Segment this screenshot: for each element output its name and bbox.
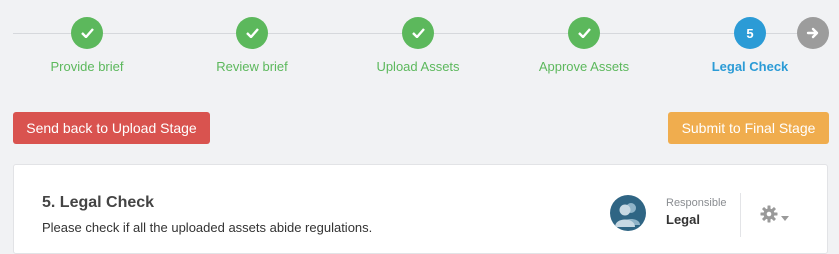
step-label: Upload Assets (376, 59, 460, 74)
stage-card: 5. Legal Check Please check if all the u… (13, 164, 828, 254)
gear-icon (760, 205, 778, 228)
step-label: Legal Check (711, 59, 789, 74)
checkmark-icon (71, 17, 103, 49)
checkmark-icon (568, 17, 600, 49)
users-icon (610, 195, 646, 231)
responsible-name: Legal (666, 212, 700, 227)
step-review-brief[interactable]: Review brief (182, 17, 322, 74)
step-label: Approve Assets (538, 59, 630, 74)
arrow-right-icon[interactable] (797, 17, 829, 49)
stage-title: 5. Legal Check (42, 194, 155, 211)
step-number: 5 (734, 17, 766, 49)
settings-dropdown[interactable] (760, 205, 789, 228)
submit-final-button[interactable]: Submit to Final Stage (668, 112, 829, 144)
responsible-block: Responsible Legal (666, 197, 727, 227)
progress-stepper: Provide brief Review brief Upload Assets… (0, 0, 839, 90)
checkmark-icon (402, 17, 434, 49)
step-label: Provide brief (50, 59, 124, 74)
step-label: Review brief (216, 59, 288, 74)
divider (740, 193, 741, 237)
stage-description: Please check if all the uploaded assets … (42, 220, 373, 235)
step-provide-brief[interactable]: Provide brief (17, 17, 157, 74)
chevron-down-icon (781, 208, 789, 226)
checkmark-icon (236, 17, 268, 49)
send-back-button[interactable]: Send back to Upload Stage (13, 112, 210, 144)
responsible-caption: Responsible (666, 197, 727, 209)
step-approve-assets[interactable]: Approve Assets (514, 17, 654, 74)
step-upload-assets[interactable]: Upload Assets (348, 17, 488, 74)
